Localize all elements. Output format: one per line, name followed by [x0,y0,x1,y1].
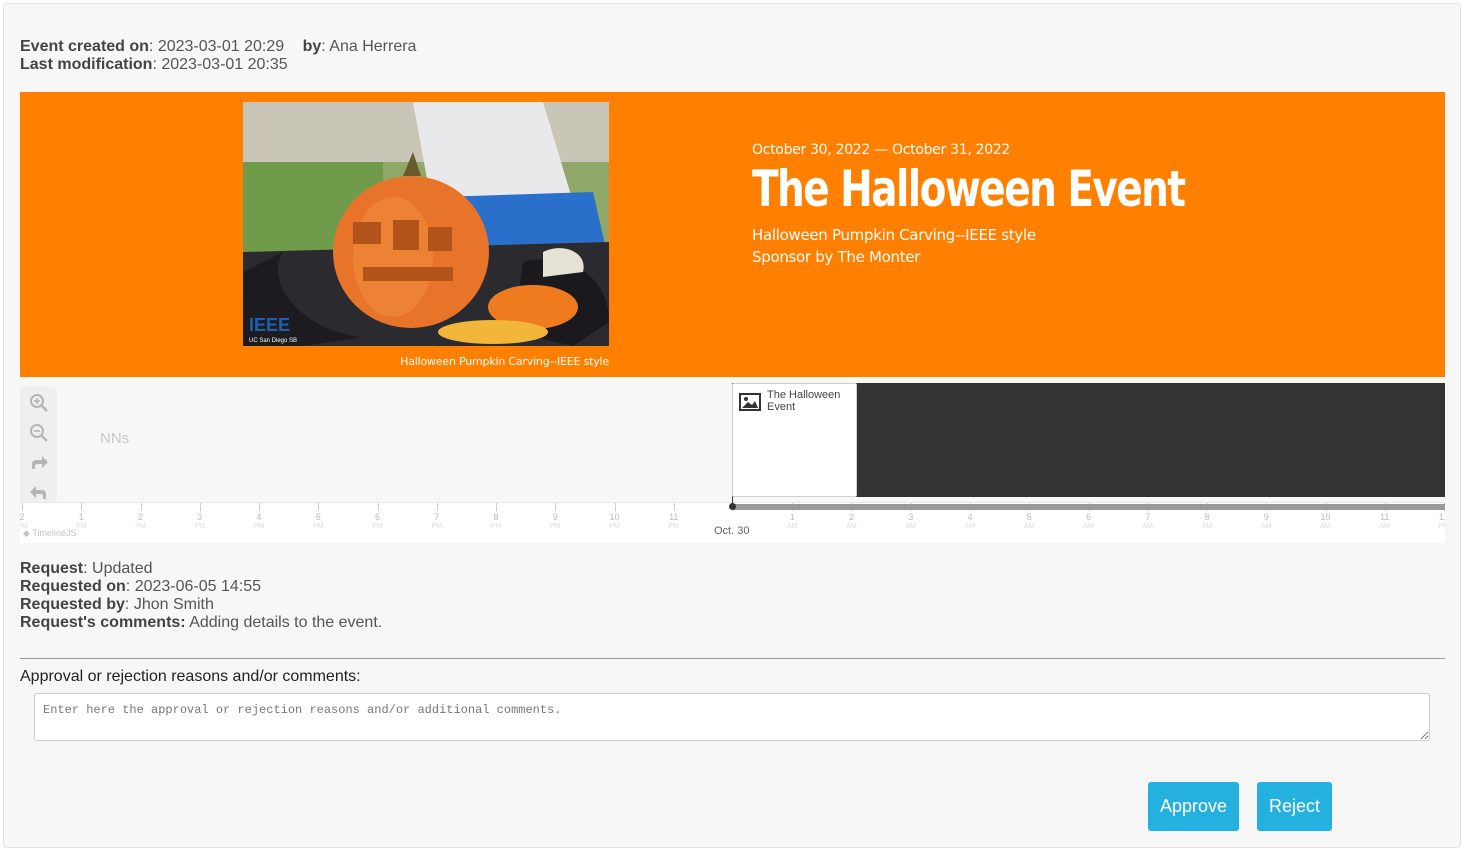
created-label: Event created on [20,38,149,55]
request-type-label: Request [20,560,84,577]
timeline-tick-label: 8 AM [1201,512,1213,531]
requested-by-value: : Jhon Smith [124,596,214,613]
timeline-marker-title: The Halloween Event [767,389,841,413]
timeline-tick-label: 3 PM [194,512,206,531]
reject-button[interactable]: Reject [1257,782,1332,831]
created-by-value: : Ana Herrera [321,38,417,55]
forward-icon[interactable] [28,453,50,475]
modified-value: : 2023-03-01 20:35 [152,56,288,73]
event-description: Halloween Pumpkin Carving--IEEE style Sp… [752,224,1306,268]
timeline-day-label: Oct. 30 [714,525,750,537]
timeline-tick-label: 9 AM [1261,512,1272,531]
timeline-tick [496,503,497,511]
timeline-tick [436,503,438,511]
timeline-tick-label: 7 PM [431,512,443,531]
timeline-tick [377,503,379,511]
request-comments-label: Request's comments: [20,614,186,631]
event-photo: IEEE UC San Diego SB [243,102,609,346]
event-title: The Halloween Event [752,160,1186,218]
timeline-tick-label: 11 AM [1379,512,1391,531]
timeline-tools [20,387,57,503]
timeline-tick-label: 3 AM [905,512,917,531]
section-divider [20,658,1445,659]
timeline-tick [673,503,675,511]
timeline-tick-label: 5 PM [313,512,324,531]
zoom-out-icon[interactable] [28,423,50,445]
timeline-tick-label: 8 PM [490,512,502,531]
timeline-tick-label: 9 PM [550,512,561,531]
pumpkin-photo-image [243,102,609,346]
timeline-tick-label: 4 PM [253,512,265,531]
timeline-navigation: NNs The Halloween Event Oct. 30 ◆ Timeli… [20,383,1445,543]
timeline-tick-label: 7 AM [1142,512,1154,531]
modified-label: Last modification [20,56,153,73]
requested-on-value: : 2023-06-05 14:55 [125,578,262,595]
timeline-marker-dot [729,503,736,510]
created-value: : 2023-03-01 20:29 [148,38,285,55]
timeline-tick [140,503,142,511]
requested-on-label: Requested on [20,578,126,595]
ieee-logo: IEEE [249,315,291,335]
timeline-event-range [732,504,1445,510]
timeline-tick-label: 2PM [135,512,146,531]
event-metadata: Event created on: 2023-03-01 20:29 by: A… [20,38,416,74]
timeline-tick-label: 6 PM [372,512,383,531]
zoom-in-icon[interactable] [28,393,50,415]
timeline-tick-label: 5 AM [1024,512,1035,531]
timeline-tick-label: 12PM [1438,512,1445,531]
image-icon [739,393,761,411]
timeline-tick-label: 6 AM [1083,512,1094,531]
reasons-label: Approval or rejection reasons and/or com… [20,668,361,685]
timeline-tick-label: 2 AM [846,512,857,531]
request-comments-value: Adding details to the event. [185,614,383,631]
timeline-slide: IEEE UC San Diego SB Halloween Pumpkin C… [20,92,1445,377]
timeline-tick [22,503,23,511]
request-type-value: : Updated [83,560,153,577]
slide-text: October 30, 2022 — October 31, 2022 The … [752,142,1306,268]
timeline-marker-halloween-event[interactable]: The Halloween Event [732,383,857,497]
event-date-range: October 30, 2022 — October 31, 2022 [752,142,1011,158]
timeline-group-label: NNs [100,430,130,447]
timeline-tick-label: 1 PM [76,512,87,531]
created-by-label: by [302,38,322,55]
timeline-tick-label: 10 AM [1320,512,1331,531]
timeline-tick [614,503,616,511]
event-description-line-1: Halloween Pumpkin Carving--IEEE style [752,226,1036,244]
timeline-tick [199,503,201,511]
ieee-logo-subtext: UC San Diego SB [249,338,298,344]
photo-caption: Halloween Pumpkin Carving--IEEE style [400,355,609,368]
timeline-tick [259,503,260,511]
timeline-tick [555,503,557,511]
timeline-tick [318,503,320,511]
reasons-textarea[interactable] [34,693,1430,741]
requested-by-label: Requested by [20,596,125,613]
timeline-tick-label: 2PM [20,512,28,531]
request-details: Request: Updated Requested on: 2023-06-0… [20,560,382,632]
event-description-line-2: Sponsor by The Monter [752,248,921,266]
timeline-tick-label: 4 AM [964,512,976,531]
timeline-tick [81,503,83,511]
timeline-tick-label: 1 AM [787,512,798,531]
timeline-tick-label: 10 PM [609,512,620,531]
approve-button[interactable]: Approve [1148,782,1239,831]
timeline-tick-label: 11 PM [668,512,680,531]
